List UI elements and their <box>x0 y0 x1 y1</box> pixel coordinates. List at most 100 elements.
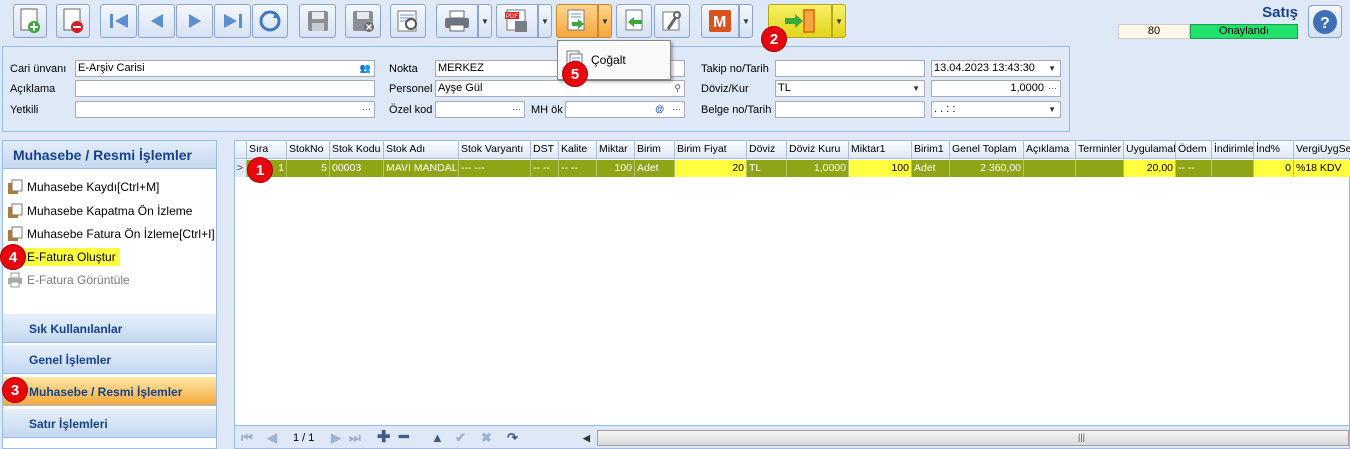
scroll-left-icon[interactable]: ◀ <box>583 433 590 444</box>
grid-cell[interactable]: 1,0000 <box>787 160 849 177</box>
transfer-dropdown[interactable]: ▼ <box>598 4 612 38</box>
grid-cell[interactable]: %18 KDV <box>1294 160 1350 177</box>
new-document-button[interactable] <box>13 4 47 38</box>
takip-no-field[interactable] <box>775 60 925 77</box>
mh-ok-field[interactable]: @ ··· <box>565 101 685 118</box>
cancel-save-button[interactable] <box>345 4 381 38</box>
column-header[interactable]: StokNo <box>287 141 330 159</box>
ellipsis-icon[interactable]: ··· <box>672 102 681 117</box>
grid-cell[interactable]: -- -- <box>559 160 597 177</box>
first-record-button[interactable] <box>100 4 137 38</box>
exit-dropdown[interactable]: ▼ <box>832 4 846 38</box>
next-page-icon[interactable]: ▶ <box>331 430 341 446</box>
column-header[interactable]: Birim1 <box>912 141 950 159</box>
cari-unvani-field[interactable]: E-Arşiv Carisi 👥 <box>75 60 375 77</box>
grid-cell[interactable]: 5 <box>287 160 330 177</box>
cancel-edit-icon[interactable]: ✖ <box>481 430 492 446</box>
grid-cell[interactable]: 00003 <box>330 160 384 177</box>
first-page-icon[interactable]: ⏮ <box>241 430 253 446</box>
column-header[interactable]: Uygulamal <box>1124 141 1176 159</box>
last-page-icon[interactable]: ⏭ <box>349 430 361 446</box>
e-fatura-goruntule-item[interactable]: E-Fatura Görüntüle <box>7 271 130 289</box>
refresh-button[interactable] <box>252 4 288 38</box>
row-indicator[interactable]: > <box>235 160 247 177</box>
ellipsis-icon[interactable]: ··· <box>512 102 521 117</box>
next-record-button[interactable] <box>176 4 213 38</box>
grid-cell[interactable]: --- --- <box>459 160 531 177</box>
column-header[interactable]: Stok Kodu <box>330 141 384 159</box>
aciklama-field[interactable] <box>75 80 375 97</box>
muhasebe-kaydi-item[interactable]: Muhasebe Kaydı[Ctrl+M] <box>7 178 159 196</box>
at-icon[interactable]: @ <box>655 102 664 117</box>
kur-field[interactable]: 1,0000 ··· <box>931 80 1061 97</box>
group-sik-kullanilanlar[interactable]: Sık Kullanılanlar <box>3 313 216 343</box>
yetkili-field[interactable]: ··· <box>75 101 375 118</box>
group-satir-islemleri[interactable]: Satır İşlemleri <box>3 408 216 438</box>
grid-cell[interactable]: 100 <box>597 160 635 177</box>
column-header[interactable]: Miktar1 <box>849 141 912 159</box>
horizontal-scrollbar[interactable]: ||| <box>597 430 1349 446</box>
group-muhasebe-resmi[interactable]: Muhasebe / Resmi İşlemler <box>3 376 216 406</box>
pdf-dropdown[interactable]: ▼ <box>538 4 552 38</box>
move-up-icon[interactable]: ▲ <box>431 430 444 445</box>
grid-cell[interactable]: MAVİ MANDAL <box>384 160 459 177</box>
column-header[interactable]: İnd% <box>1254 141 1294 159</box>
users-icon[interactable]: 👥 <box>360 61 371 76</box>
grid-cell[interactable] <box>1076 160 1124 177</box>
muhasebe-fatura-item[interactable]: Muhasebe Fatura Ön İzleme[Ctrl+I] <box>7 225 215 243</box>
muhasebe-kapatma-item[interactable]: Muhasebe Kapatma Ön İzleme <box>7 202 192 220</box>
ellipsis-icon[interactable]: ··· <box>362 102 371 117</box>
pdf-export-button[interactable]: PDF <box>496 4 538 38</box>
ozel-kod-field[interactable]: ··· <box>435 101 525 118</box>
column-header[interactable]: Döviz <box>747 141 787 159</box>
grid-cell[interactable]: 0 <box>1254 160 1294 177</box>
grid-cell[interactable] <box>1212 160 1254 177</box>
grid-cell[interactable]: 2.360,00 <box>950 160 1024 177</box>
column-header[interactable]: Birim <box>635 141 675 159</box>
grid-cell[interactable]: 100 <box>849 160 912 177</box>
column-header[interactable]: Ödem <box>1176 141 1212 159</box>
grid-cell[interactable]: 20,00 <box>1124 160 1176 177</box>
doviz-select[interactable]: TL ▼ <box>775 80 925 97</box>
grid-cell[interactable]: -- -- <box>531 160 559 177</box>
personel-field[interactable]: Ayşe Gül ⚲ <box>435 80 685 97</box>
column-header[interactable]: Sıra <box>247 141 287 159</box>
column-header[interactable]: VergiUygSeti <box>1294 141 1350 159</box>
remove-row-icon[interactable]: ━ <box>399 427 409 447</box>
column-header[interactable]: Kalite <box>559 141 597 159</box>
group-genel-islemler[interactable]: Genel İşlemler <box>3 344 216 374</box>
column-header[interactable]: Açıklama <box>1024 141 1076 159</box>
print-button[interactable] <box>436 4 478 38</box>
muhasebe-dropdown[interactable]: ▼ <box>739 4 753 38</box>
column-header[interactable]: Birim Fiyat <box>675 141 747 159</box>
muhasebe-button[interactable]: M <box>701 4 739 38</box>
column-header[interactable]: DST <box>531 141 559 159</box>
previous-page-icon[interactable]: ◀ <box>267 430 277 446</box>
grid-cell[interactable]: 20 <box>675 160 747 177</box>
column-header[interactable]: Terminler <box>1076 141 1124 159</box>
column-header[interactable]: Döviz Kuru <box>787 141 849 159</box>
delete-document-button[interactable] <box>56 4 90 38</box>
last-record-button[interactable] <box>214 4 251 38</box>
chevron-down-icon[interactable]: ▼ <box>1048 102 1056 117</box>
grid-cell[interactable]: Adet <box>912 160 950 177</box>
ellipsis-icon[interactable]: ··· <box>1048 81 1057 96</box>
takip-date-field[interactable]: 13.04.2023 13:43:30 ▼ <box>931 60 1061 77</box>
transfer-button[interactable] <box>556 4 598 38</box>
column-header[interactable]: Stok Varyantı <box>459 141 531 159</box>
grid-cell[interactable] <box>1024 160 1076 177</box>
print-dropdown[interactable]: ▼ <box>478 4 492 38</box>
previous-record-button[interactable] <box>138 4 175 38</box>
chevron-down-icon[interactable]: ▼ <box>912 81 920 96</box>
confirm-icon[interactable]: ✔ <box>455 430 466 446</box>
column-header[interactable]: Miktar <box>597 141 635 159</box>
settings-button[interactable] <box>654 4 690 38</box>
column-header[interactable]: Genel Toplam <box>950 141 1024 159</box>
column-header[interactable]: İndirimle <box>1212 141 1254 159</box>
grid-cell[interactable]: -- -- <box>1176 160 1212 177</box>
import-button[interactable] <box>616 4 652 38</box>
chevron-down-icon[interactable]: ▼ <box>1048 61 1056 76</box>
grid-cell[interactable]: TL <box>747 160 787 177</box>
redo-icon[interactable]: ↷ <box>507 430 518 446</box>
save-button[interactable] <box>299 4 336 38</box>
